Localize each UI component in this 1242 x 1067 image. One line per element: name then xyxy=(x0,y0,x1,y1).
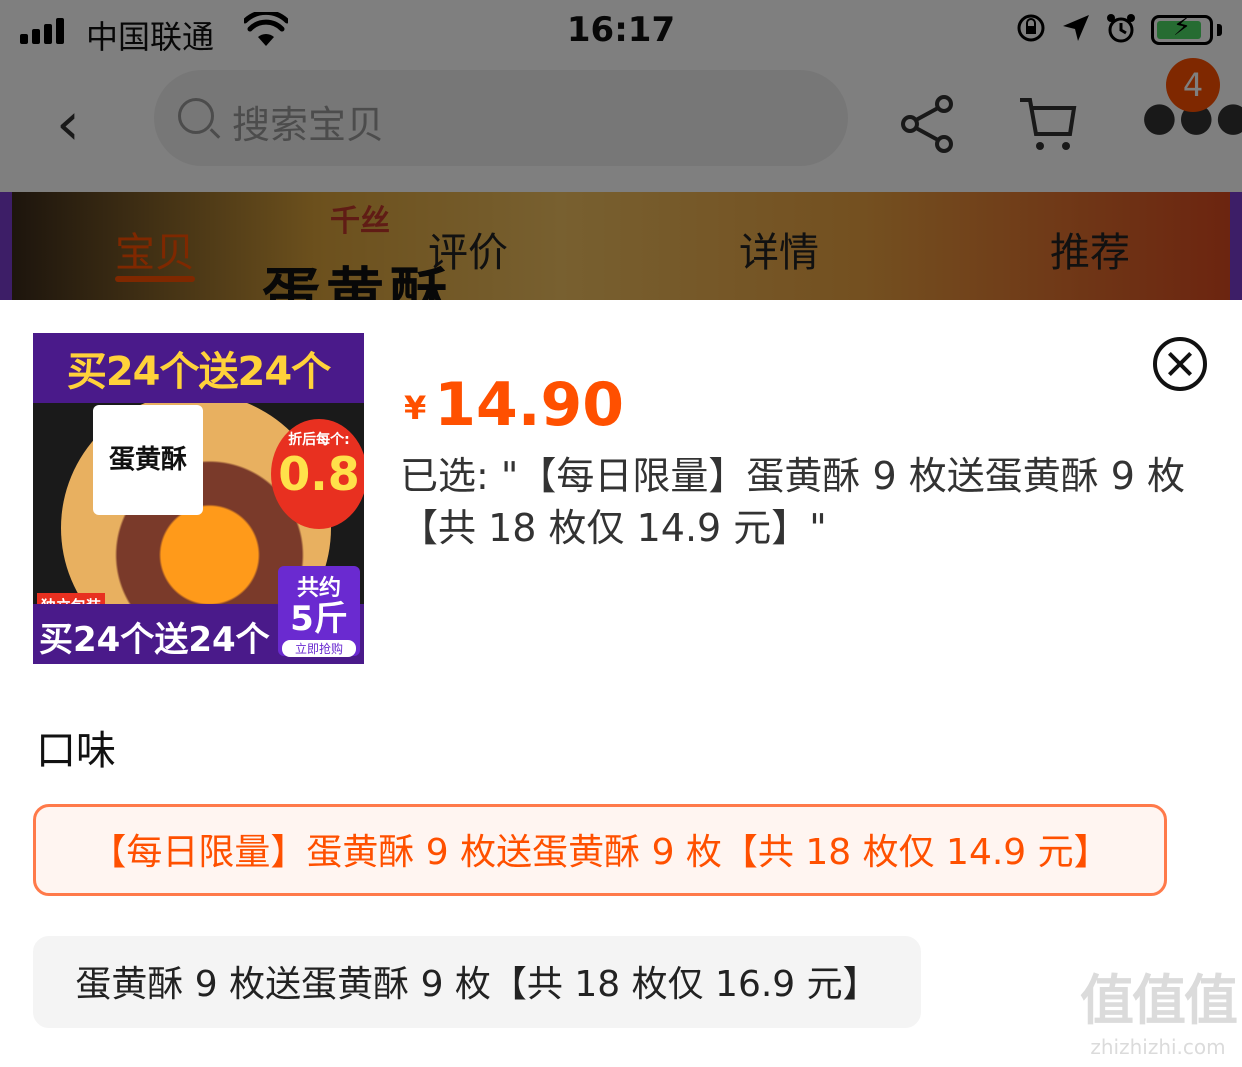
thumb-top-banner: 买24个送24个 xyxy=(66,349,331,395)
price-value: 14.90 xyxy=(434,370,625,440)
selected-sku-text: 已选: "【每日限量】蛋黄酥 9 枚送蛋黄酥 9 枚【共 18 枚仅 14.9 … xyxy=(400,454,1186,550)
thumb-discount-label: 折后每个: xyxy=(288,432,350,448)
watermark: 值值值 zhizhizhi.com xyxy=(1080,956,1238,1059)
close-icon[interactable] xyxy=(1153,337,1207,391)
flavor-title: 口味 xyxy=(36,728,116,774)
currency-symbol: ¥ xyxy=(404,389,427,427)
sku-option-selected[interactable]: 【每日限量】蛋黄酥 9 枚送蛋黄酥 9 枚【共 18 枚仅 14.9 元】 xyxy=(33,804,1167,896)
modal-overlay[interactable] xyxy=(0,0,1242,300)
watermark-logo: 值值值 xyxy=(1080,969,1238,1032)
thumb-discount-badge: 折后每个: 0.8 xyxy=(271,419,364,529)
thumb-bottom-banner: 买24个送24个 xyxy=(39,620,270,660)
thumb-weight-label: 共约 xyxy=(296,576,341,601)
thumb-package: 蛋黄酥 xyxy=(93,405,203,515)
thumb-box-label: 蛋黄酥 xyxy=(108,445,187,475)
product-thumbnail: 买24个送24个 蛋黄酥 折后每个: 0.8 独立包装 买24个送24个 共约 … xyxy=(33,333,364,664)
thumb-weight-value: 5斤 xyxy=(290,599,348,639)
sku-sheet: 买24个送24个 蛋黄酥 折后每个: 0.8 独立包装 买24个送24个 共约 … xyxy=(0,300,1242,1067)
thumb-discount-value: 0.8 xyxy=(278,447,360,501)
watermark-url: zhizhizhi.com xyxy=(1090,1035,1226,1059)
thumb-weight-badge: 共约 5斤 立即抢购 xyxy=(278,566,360,657)
price: ¥14.90 xyxy=(404,370,624,440)
thumb-buy-now: 立即抢购 xyxy=(282,640,356,657)
sku-option[interactable]: 蛋黄酥 9 枚送蛋黄酥 9 枚【共 18 枚仅 16.9 元】 xyxy=(33,936,921,1028)
